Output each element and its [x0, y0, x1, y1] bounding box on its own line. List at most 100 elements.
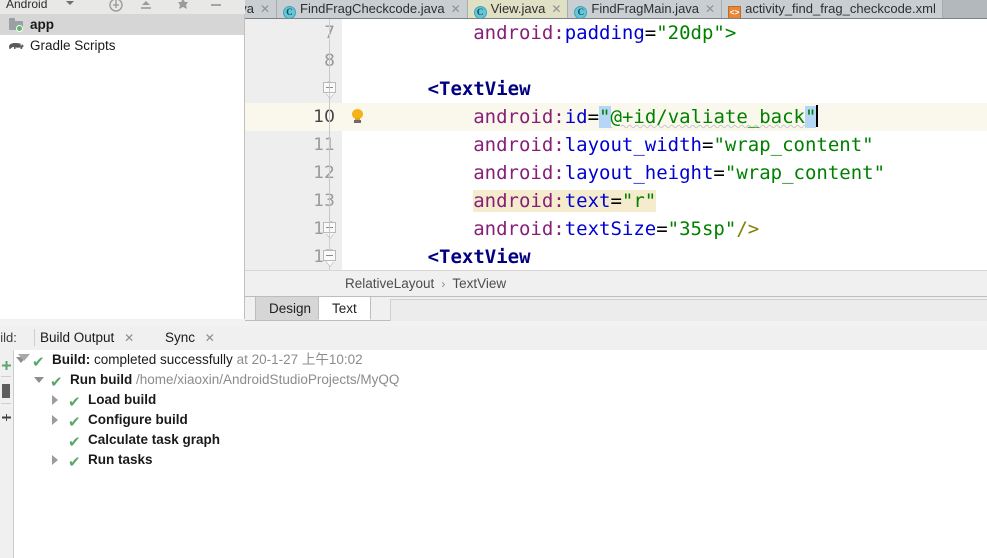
code-line[interactable]: android:text="r" — [382, 187, 987, 215]
code-token: = — [587, 106, 600, 128]
tab-design[interactable]: Design — [255, 297, 326, 320]
build-output-tree[interactable]: ✔ Build: completed successfully at 20-1-2… — [14, 350, 987, 558]
code-line[interactable] — [382, 47, 987, 75]
code-token: "r" — [621, 190, 657, 212]
code-token: = — [610, 190, 622, 212]
code-fold-toggle[interactable] — [323, 250, 338, 266]
code-editor[interactable]: 789101112131415 android:padding="20dp"><… — [245, 19, 987, 270]
code-line[interactable]: <TextView — [382, 75, 987, 103]
line-number-row: 7 — [245, 19, 342, 47]
line-number-row: 13 — [245, 187, 342, 215]
breadcrumb-item-relativelayout[interactable]: RelativeLayout — [345, 276, 434, 291]
chevron-right-icon[interactable] — [52, 395, 58, 405]
breadcrumb-item-textview[interactable]: TextView — [452, 276, 506, 291]
chevron-right-icon[interactable] — [52, 415, 58, 425]
fold-connector — [329, 41, 330, 237]
build-tree-label-main: Calculate task graph — [88, 432, 221, 447]
layout-editor-mode-tabs[interactable]: Design Text — [245, 297, 987, 321]
editor-tab[interactable]: C View.java ✕ — [467, 0, 569, 18]
code-token: android: — [473, 190, 565, 212]
code-token: "35sp" — [667, 218, 737, 240]
settings-icon[interactable] — [175, 0, 191, 12]
build-tree-label-main: Run build — [70, 372, 133, 387]
sidebar-item-label: Gradle Scripts — [30, 37, 116, 53]
line-number: 12 — [313, 163, 335, 183]
close-icon[interactable]: ✕ — [551, 0, 561, 18]
close-icon[interactable]: ✕ — [124, 331, 134, 345]
editor-tab-label: ava — [245, 1, 254, 16]
chevron-right-icon[interactable] — [52, 455, 58, 465]
sidebar-item-gradle-scripts[interactable]: Gradle Scripts — [0, 35, 244, 56]
tab-build-output[interactable]: Build Output ✕ — [40, 326, 134, 349]
collapse-all-icon[interactable] — [1, 410, 12, 421]
tab-build-output-label: Build Output — [40, 330, 115, 345]
hide-icon[interactable] — [208, 0, 224, 12]
build-tree-label-main: Run tasks — [88, 452, 153, 467]
chevron-down-icon[interactable] — [34, 377, 44, 383]
line-number-row: 11 — [245, 131, 342, 159]
code-line[interactable]: android:padding="20dp"> — [382, 19, 987, 47]
tab-sync[interactable]: Sync ✕ — [165, 326, 215, 349]
project-tree[interactable]: app Gradle Scripts — [0, 14, 245, 319]
project-view-selector-label[interactable]: Android — [6, 0, 47, 11]
close-icon[interactable]: ✕ — [205, 331, 215, 345]
matched-quote-highlight: " — [804, 106, 817, 128]
close-icon[interactable]: ✕ — [260, 0, 270, 18]
code-text-area[interactable]: android:padding="20dp"> <TextView android:… — [382, 19, 987, 270]
line-number: 8 — [245, 47, 342, 75]
target-icon[interactable] — [108, 0, 124, 12]
code-token: "wrap_content" — [724, 162, 886, 184]
close-icon[interactable]: ✕ — [451, 0, 461, 18]
build-tree-row[interactable]: ✔ Build: completed successfully at 20-1-2… — [14, 350, 987, 371]
build-panel-toolbar[interactable] — [0, 350, 14, 558]
code-line[interactable]: android:layout_width="wrap_content" — [382, 131, 987, 159]
build-tree-row[interactable]: ✔ Calculate task graph — [14, 430, 987, 451]
code-token: android: — [473, 218, 565, 240]
build-tree-row[interactable]: ✔ Configure build — [14, 410, 987, 431]
toolbar-divider — [1, 403, 11, 404]
editor-tab-label: FindFragMain.java — [591, 1, 700, 16]
code-line[interactable]: <TextView — [382, 243, 987, 270]
code-line[interactable]: android:layout_height="wrap_content" — [382, 159, 987, 187]
tab-text[interactable]: Text — [318, 297, 371, 320]
toggle-tasks-icon[interactable] — [2, 384, 10, 398]
code-token: padding — [564, 22, 645, 44]
breadcrumb[interactable]: RelativeLayout › TextView — [245, 270, 987, 297]
build-tree-root-caret-icon[interactable] — [18, 354, 30, 361]
sidebar-item-app[interactable]: app — [0, 14, 244, 35]
code-token: id — [564, 106, 588, 128]
code-fold-toggle[interactable] — [323, 82, 338, 98]
code-fold-toggle[interactable] — [323, 222, 338, 238]
header-divider — [34, 329, 35, 346]
build-tree-row[interactable]: ✔ Run build /home/xiaoxin/AndroidStudioPr… — [14, 370, 987, 391]
line-number-row: 12 — [245, 159, 342, 187]
code-token: @+id/valiate_back — [610, 106, 805, 128]
build-panel-header: uild: Build Output ✕ Sync ✕ — [0, 326, 987, 351]
code-line[interactable]: android:textSize="35sp"/> — [382, 215, 987, 243]
chevron-right-icon: › — [441, 276, 446, 291]
editor-tab-label: activity_find_frag_checkcode.xml — [745, 1, 936, 16]
editor-tab[interactable]: Cava✕ — [245, 0, 278, 18]
collapse-all-icon[interactable] — [138, 0, 154, 12]
editor-gutter-icons[interactable] — [342, 19, 382, 270]
build-tree-label-main: completed successfully — [90, 352, 233, 367]
code-token: android: — [473, 162, 565, 184]
editor-tab[interactable]: <> activity_find_frag_checkcode.xml — [722, 0, 943, 18]
editor-tab-bar[interactable]: Cava✕CFindFragCheckcode.java✕CView.java✕… — [245, 0, 987, 18]
line-number: 10 — [313, 107, 335, 127]
build-tree-row[interactable]: ✔ Load build — [14, 390, 987, 411]
intention-bulb-icon[interactable] — [349, 108, 367, 126]
tab-sync-label: Sync — [165, 330, 196, 345]
build-tree-label: Configure build — [88, 410, 188, 430]
code-line[interactable]: android:id="@+id/valiate_back" — [382, 103, 987, 131]
editor-tab[interactable]: C FindFragCheckcode.java ✕ — [277, 0, 468, 18]
chevron-down-icon[interactable] — [66, 1, 74, 5]
success-check-icon: ✔ — [50, 373, 63, 391]
editor-tab[interactable]: C FindFragMain.java ✕ — [568, 0, 723, 18]
close-icon[interactable]: ✕ — [705, 0, 715, 18]
code-token: android: — [473, 134, 565, 156]
expand-all-icon[interactable] — [1, 358, 12, 370]
code-token: android: — [473, 22, 565, 44]
build-tree-row[interactable]: ✔ Run tasks — [14, 450, 987, 471]
code-token: "wrap_content" — [713, 134, 874, 156]
